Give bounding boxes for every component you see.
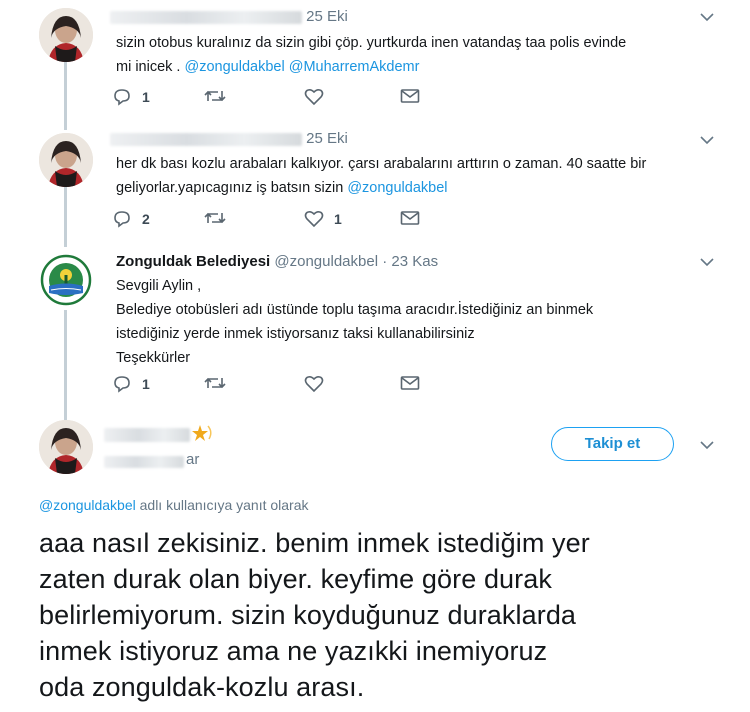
retweet-button[interactable] — [204, 375, 226, 391]
tweet-header: Zonguldak Belediyesi @zonguldakbel · 23 … — [116, 253, 438, 270]
like-icon — [304, 88, 324, 106]
tweet-actions: 1 — [112, 375, 432, 395]
mention-link[interactable]: @zonguldakbel — [185, 59, 285, 75]
tweet-text: her dk bası kozlu arabaları kalkıyor. ça… — [116, 156, 647, 196]
star-badge-icon — [192, 425, 212, 441]
tweet-date[interactable]: · 23 Kas — [382, 253, 438, 270]
retweet-icon — [204, 377, 226, 389]
tweet-date[interactable]: 25 Eki — [306, 8, 348, 25]
like-button[interactable] — [304, 88, 324, 106]
reply-count: 1 — [142, 89, 150, 105]
message-button[interactable] — [400, 88, 420, 104]
tweet-header: 25 Eki — [110, 8, 348, 25]
avatar[interactable] — [39, 420, 93, 474]
chevron-down-icon[interactable] — [700, 12, 714, 22]
blurred-author-name — [110, 10, 302, 24]
reply-count: 2 — [142, 211, 150, 227]
message-button[interactable] — [400, 375, 420, 391]
like-button[interactable]: 1 — [304, 210, 342, 228]
municipality-logo-icon — [40, 254, 92, 306]
chevron-down-icon[interactable] — [700, 257, 714, 267]
tweet-3[interactable]: Zonguldak Belediyesi @zonguldakbel · 23 … — [0, 245, 750, 405]
like-icon — [304, 210, 324, 228]
mention-link[interactable]: @MuharremAkdemr — [289, 59, 420, 75]
like-icon — [304, 375, 324, 393]
author-handle[interactable]: @zonguldakbel — [274, 253, 378, 270]
tweet-text: Sevgili Aylin , Belediye otobüsleri adı … — [116, 278, 594, 366]
retweet-icon — [204, 212, 226, 224]
message-icon — [400, 89, 420, 103]
tweet-text: sizin otobus kuralınız da sizin gibi çöp… — [116, 35, 627, 75]
blurred-author-handle — [104, 456, 184, 468]
retweet-icon — [204, 90, 226, 102]
retweet-button[interactable] — [204, 88, 226, 104]
main-tweet-text: aaa nasıl zekisiniz. benim inmek istediğ… — [39, 528, 590, 702]
retweet-button[interactable] — [204, 210, 226, 226]
tweet-header: 25 Eki — [110, 130, 348, 147]
reply-icon — [114, 376, 130, 393]
chevron-down-icon[interactable] — [700, 440, 714, 450]
follow-button[interactable]: Takip et — [551, 427, 674, 461]
reply-icon — [114, 211, 130, 228]
tweet-2[interactable]: 25 Eki her dk bası kozlu arabaları kalkı… — [0, 125, 750, 245]
reply-button[interactable]: 2 — [112, 210, 150, 228]
chevron-down-icon[interactable] — [700, 135, 714, 145]
tweet-1[interactable]: 25 Eki sizin otobus kuralınız da sizin g… — [0, 0, 750, 120]
avatar[interactable] — [39, 133, 93, 187]
tweet-date[interactable]: 25 Eki — [306, 130, 348, 147]
blurred-author-name — [104, 428, 190, 442]
avatar[interactable] — [39, 8, 93, 62]
reply-button[interactable]: 1 — [112, 375, 150, 393]
reply-count: 1 — [142, 376, 150, 392]
like-button[interactable] — [304, 375, 324, 393]
message-icon — [400, 211, 420, 225]
mention-link[interactable]: @zonguldakbel — [347, 180, 447, 196]
avatar[interactable] — [39, 253, 93, 307]
author-handle-fragment[interactable]: ar — [186, 451, 199, 468]
message-button[interactable] — [400, 210, 420, 226]
author-name[interactable]: Zonguldak Belediyesi — [116, 253, 270, 270]
reply-button[interactable]: 1 — [112, 88, 150, 106]
replying-to: @zonguldakbel adlı kullanıcıya yanıt ola… — [39, 497, 309, 513]
tweet-actions: 2 1 — [112, 210, 432, 230]
mention-link[interactable]: @zonguldakbel — [39, 497, 136, 513]
message-icon — [400, 376, 420, 390]
reply-icon — [114, 89, 130, 106]
like-count: 1 — [334, 211, 342, 227]
tweet-actions: 1 — [112, 88, 432, 108]
blurred-author-name — [110, 132, 302, 146]
